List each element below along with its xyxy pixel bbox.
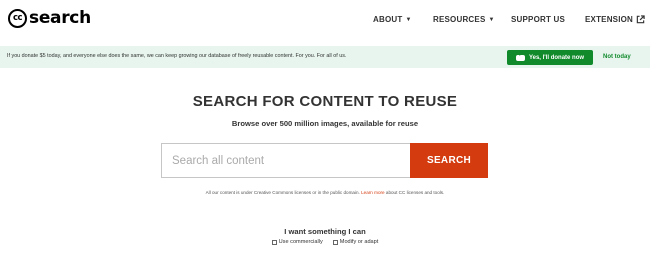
modify-adapt-checkbox[interactable] xyxy=(332,239,338,245)
license-note: All our content is under Creative Common… xyxy=(0,190,650,195)
chevron-down-icon: ▼ xyxy=(405,16,412,23)
site-header: cc search ABOUT ▼ RESOURCES ▼ SUPPORT US… xyxy=(0,0,650,44)
license-filters: Use commercially Modify or adapt xyxy=(0,239,650,245)
page-subtitle: Browse over 500 million images, availabl… xyxy=(231,119,419,128)
modify-adapt-option[interactable]: Modify or adapt xyxy=(332,239,379,245)
license-note-text: All our content is under Creative Common… xyxy=(205,190,362,195)
chevron-down-icon: ▼ xyxy=(488,16,495,23)
nav-resources-label: RESOURCES xyxy=(433,15,486,24)
nav-extension-label: EXTENSION xyxy=(585,15,634,24)
learn-more-link[interactable]: Learn more xyxy=(361,190,385,195)
donation-message: If you donate $5 today, and everyone els… xyxy=(7,53,347,59)
nav-extension[interactable]: EXTENSION xyxy=(585,15,645,24)
cc-search-logo[interactable]: cc search xyxy=(8,8,91,28)
use-commercially-option[interactable]: Use commercially xyxy=(271,239,323,245)
modify-adapt-label: Modify or adapt xyxy=(339,239,379,245)
license-note-suffix: about CC licenses and tools. xyxy=(384,190,445,195)
external-link-icon xyxy=(636,15,645,24)
cc-logo-icon: cc xyxy=(8,8,27,28)
nav-about-label: ABOUT xyxy=(373,15,403,24)
search-button[interactable]: SEARCH xyxy=(410,143,488,178)
nav-support-us[interactable]: SUPPORT US xyxy=(511,15,565,24)
page-title: SEARCH FOR CONTENT TO REUSE xyxy=(192,93,458,110)
donation-banner: If you donate $5 today, and everyone els… xyxy=(0,46,650,68)
use-commercially-label: Use commercially xyxy=(278,239,323,245)
donate-button[interactable]: Yes, I'll donate now xyxy=(507,50,593,65)
donate-button-label: Yes, I'll donate now xyxy=(528,54,585,61)
logo-text: search xyxy=(29,8,91,28)
nav-support-label: SUPPORT US xyxy=(511,15,566,24)
nav-resources[interactable]: RESOURCES ▼ xyxy=(433,15,495,24)
donate-heart-icon xyxy=(515,52,525,61)
nav-about[interactable]: ABOUT ▼ xyxy=(373,15,412,24)
not-today-button[interactable]: Not today xyxy=(603,54,631,60)
search-input[interactable] xyxy=(161,143,411,178)
filter-heading: I want something I can xyxy=(284,227,366,236)
use-commercially-checkbox[interactable] xyxy=(271,239,277,245)
